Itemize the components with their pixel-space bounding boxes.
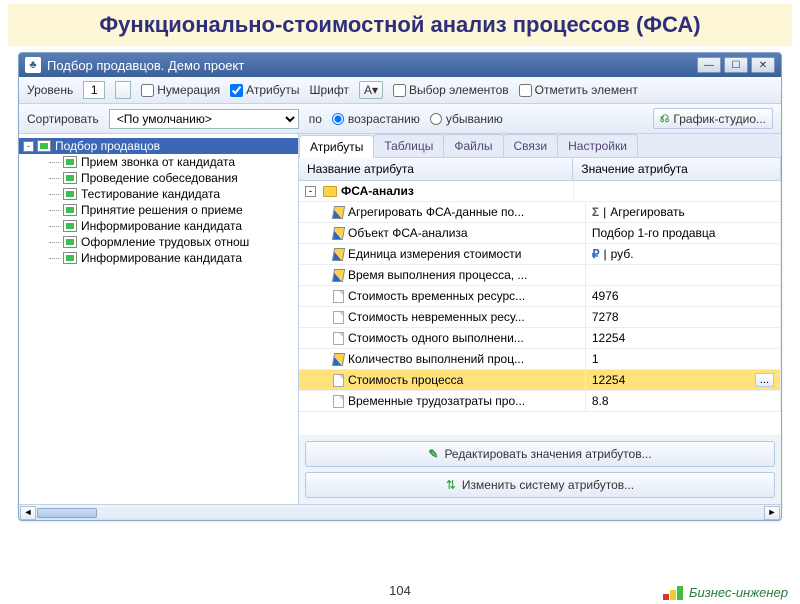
attr-row[interactable]: Стоимость невременных ресу...7278	[299, 307, 781, 328]
window-titlebar: ♣ Подбор продавцов. Демо проект — ☐ ✕	[19, 53, 781, 77]
app-icon: ♣	[25, 57, 41, 73]
attr-row[interactable]: Количество выполнений проц...1	[299, 349, 781, 370]
tree-root[interactable]: - Подбор продавцов	[19, 138, 298, 154]
app-window: ♣ Подбор продавцов. Демо проект — ☐ ✕ Ур…	[18, 52, 782, 521]
tab-files[interactable]: Файлы	[443, 134, 503, 157]
edit-icon: ✎	[428, 447, 438, 461]
tree-pane: - Подбор продавцов Прием звонка от канди…	[19, 134, 299, 504]
attr-group[interactable]: -ФСА-анализ	[299, 181, 781, 202]
document-icon	[333, 395, 344, 408]
attr-row[interactable]: Стоимость одного выполнени...12254	[299, 328, 781, 349]
process-icon	[63, 188, 77, 200]
desc-radio[interactable]: убыванию	[430, 112, 503, 126]
tree-item[interactable]: Информирование кандидата	[45, 250, 298, 266]
window-title: Подбор продавцов. Демо проект	[47, 58, 697, 73]
tab-attributes[interactable]: Атрибуты	[299, 135, 374, 158]
document-icon	[333, 290, 344, 303]
col-value-header[interactable]: Значение атрибута	[573, 158, 781, 180]
action-buttons: ✎Редактировать значения атрибутов... ⇅Из…	[299, 435, 781, 504]
attr-header: Название атрибута Значение атрибута	[299, 158, 781, 181]
edit-icon	[332, 353, 345, 366]
process-icon	[63, 220, 77, 232]
edit-icon	[332, 269, 345, 282]
level-label: Уровень	[27, 83, 73, 97]
window-controls: — ☐ ✕	[697, 57, 775, 73]
process-icon	[63, 172, 77, 184]
attributes-checkbox[interactable]: Атрибуты	[230, 83, 299, 97]
tab-links[interactable]: Связи	[503, 134, 559, 157]
attr-row[interactable]: Временные трудозатраты про...8.8	[299, 391, 781, 412]
attr-row[interactable]: Стоимость временных ресурс...4976	[299, 286, 781, 307]
attr-row[interactable]: Время выполнения процесса, ...	[299, 265, 781, 286]
process-icon	[63, 204, 77, 216]
brand-logo-icon	[663, 586, 683, 600]
tree-item[interactable]: Прием звонка от кандидата	[45, 154, 298, 170]
asc-radio[interactable]: возрастанию	[332, 112, 420, 126]
minimize-button[interactable]: —	[697, 57, 721, 73]
process-icon	[63, 236, 77, 248]
toolbar-sort: Сортировать <По умолчанию> по возрастани…	[19, 104, 781, 134]
font-button[interactable]: A▾	[359, 81, 383, 99]
close-button[interactable]: ✕	[751, 57, 775, 73]
process-icon	[63, 156, 77, 168]
process-icon	[37, 140, 51, 152]
level-spinner[interactable]	[115, 81, 131, 99]
tree-item[interactable]: Тестирование кандидата	[45, 186, 298, 202]
ruble-icon: ₽	[592, 247, 600, 261]
scroll-right-icon[interactable]: ►	[764, 506, 780, 520]
font-label: Шрифт	[309, 83, 348, 97]
select-elements-checkbox[interactable]: Выбор элементов	[393, 83, 509, 97]
attr-row[interactable]: Объект ФСА-анализаПодбор 1-го продавца	[299, 223, 781, 244]
edit-icon	[332, 206, 345, 219]
more-button[interactable]: ...	[755, 373, 774, 387]
document-icon	[333, 374, 344, 387]
numbering-checkbox[interactable]: Нумерация	[141, 83, 220, 97]
tree-item[interactable]: Проведение собеседования	[45, 170, 298, 186]
collapse-icon[interactable]: -	[23, 141, 34, 152]
edit-attributes-button[interactable]: ✎Редактировать значения атрибутов...	[305, 441, 775, 467]
by-label: по	[309, 112, 322, 126]
scroll-left-icon[interactable]: ◄	[20, 506, 36, 520]
toolbar-top: Уровень Нумерация Атрибуты Шрифт A▾ Выбо…	[19, 77, 781, 104]
folder-icon	[323, 186, 337, 197]
level-input[interactable]	[83, 81, 105, 99]
tree-item[interactable]: Оформление трудовых отнош	[45, 234, 298, 250]
tab-tables[interactable]: Таблицы	[373, 134, 444, 157]
edit-icon	[332, 248, 345, 261]
scroll-thumb[interactable]	[37, 508, 97, 518]
graph-icon: ⎌	[660, 111, 670, 126]
mark-element-checkbox[interactable]: Отметить элемент	[519, 83, 638, 97]
hscrollbar[interactable]: ◄ ►	[19, 504, 781, 520]
attr-row[interactable]: Стоимость процесса12254...	[299, 370, 781, 391]
details-pane: Атрибуты Таблицы Файлы Связи Настройки Н…	[299, 134, 781, 504]
graph-studio-button[interactable]: ⎌График-студио...	[653, 108, 773, 129]
maximize-button[interactable]: ☐	[724, 57, 748, 73]
sort-label: Сортировать	[27, 112, 99, 126]
sigma-icon: Σ	[592, 205, 599, 219]
brand-footer: Бизнес-инженер	[663, 585, 788, 600]
tree-item[interactable]: Информирование кандидата	[45, 218, 298, 234]
edit-icon	[332, 227, 345, 240]
attr-row[interactable]: Агрегировать ФСА-данные по...Σ | Агрегир…	[299, 202, 781, 223]
document-icon	[333, 332, 344, 345]
main-split: - Подбор продавцов Прием звонка от канди…	[19, 134, 781, 504]
sort-select[interactable]: <По умолчанию>	[109, 109, 299, 129]
process-icon	[63, 252, 77, 264]
col-name-header[interactable]: Название атрибута	[299, 158, 573, 180]
tab-bar: Атрибуты Таблицы Файлы Связи Настройки	[299, 134, 781, 158]
tree-item[interactable]: Принятие решения о приеме	[45, 202, 298, 218]
tab-settings[interactable]: Настройки	[557, 134, 638, 157]
slide-title: Функционально-стоимостной анализ процесс…	[8, 4, 792, 46]
collapse-icon[interactable]: -	[305, 186, 316, 197]
document-icon	[333, 311, 344, 324]
change-system-button[interactable]: ⇅Изменить систему атрибутов...	[305, 472, 775, 498]
attr-row[interactable]: Единица измерения стоимости₽ | руб.	[299, 244, 781, 265]
swap-icon: ⇅	[446, 478, 456, 492]
attributes-table: Название атрибута Значение атрибута -ФСА…	[299, 158, 781, 435]
